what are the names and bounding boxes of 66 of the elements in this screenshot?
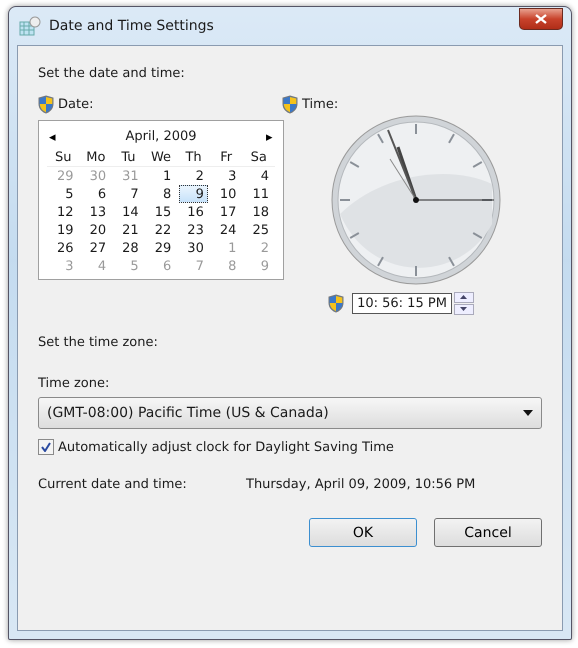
calendar-day[interactable]: 25 xyxy=(244,221,273,239)
dialog-button[interactable]: OK xyxy=(309,518,417,547)
calendar-day[interactable]: 5 xyxy=(49,185,78,203)
shield-icon xyxy=(328,294,344,313)
calendar-day[interactable]: 23 xyxy=(179,221,208,239)
time-zone-dropdown[interactable]: (GMT-08:00) Pacific Time (US & Canada) xyxy=(38,397,542,429)
section-heading: Set the time zone: xyxy=(38,335,159,350)
time-label: Time: xyxy=(302,97,338,112)
calendar-day[interactable]: 26 xyxy=(49,239,78,257)
weekday-label: Sa xyxy=(242,150,275,167)
calendar-day[interactable]: 17 xyxy=(212,203,240,221)
shield-icon xyxy=(282,95,298,114)
weekday-label: We xyxy=(144,150,178,167)
weekday-label: Mo xyxy=(80,150,112,167)
calendar-day[interactable]: 8 xyxy=(146,185,176,203)
calendar-clock-icon xyxy=(19,16,41,36)
calendar-day[interactable]: 16 xyxy=(179,203,208,221)
calendar-day[interactable]: 4 xyxy=(244,167,273,185)
calendar-day[interactable]: 9 xyxy=(179,185,208,203)
previous-month-button[interactable]: ◂ xyxy=(47,129,58,144)
weekday-label: Th xyxy=(177,150,210,167)
spin-down-button[interactable] xyxy=(454,304,474,315)
calendar-day[interactable]: 24 xyxy=(212,221,240,239)
shield-icon xyxy=(38,95,54,114)
calendar-day[interactable]: 28 xyxy=(114,239,143,257)
calendar-day[interactable]: 11 xyxy=(244,185,273,203)
calendar-day[interactable]: 3 xyxy=(212,167,240,185)
month-title: April, 2009 xyxy=(125,129,197,144)
current-time-label: Current date and time: xyxy=(38,477,188,492)
calendar-day[interactable]: 2 xyxy=(179,167,208,185)
calendar-day[interactable]: 29 xyxy=(146,239,176,257)
weekday-label: Fr xyxy=(210,150,242,167)
calendar-day[interactable]: 12 xyxy=(49,203,78,221)
checkbox-label: Automatically adjust clock for Daylight Saving Time xyxy=(58,440,394,454)
spin-up-button[interactable] xyxy=(454,292,474,303)
next-month-button[interactable]: ▸ xyxy=(264,129,275,144)
calendar-day[interactable]: 19 xyxy=(49,221,78,239)
calendar-day[interactable]: 13 xyxy=(82,203,110,221)
calendar-day[interactable]: 6 xyxy=(82,185,110,203)
down-arrow-icon xyxy=(460,307,468,311)
up-arrow-icon xyxy=(460,295,468,299)
current-time-value: Thursday, April 09, 2009, 10:56 PM xyxy=(246,477,476,492)
checkbox[interactable] xyxy=(38,439,54,455)
section-heading: Set the date and time: xyxy=(38,66,186,81)
calendar-day[interactable]: 21 xyxy=(114,221,143,239)
close-button[interactable] xyxy=(519,8,563,30)
calendar-day[interactable]: 22 xyxy=(146,221,176,239)
weekday-label: Tu xyxy=(112,150,145,167)
calendar-day[interactable]: 27 xyxy=(82,239,110,257)
close-icon xyxy=(535,14,547,24)
calendar-day[interactable]: 7 xyxy=(114,185,143,203)
calendar-day[interactable]: 10 xyxy=(212,185,240,203)
date-label: Date: xyxy=(58,97,94,112)
calendar-day[interactable]: 15 xyxy=(146,203,176,221)
window-title: Date and Time Settings xyxy=(49,18,215,34)
time-zone-label: Time zone: xyxy=(38,376,110,391)
dialog-button[interactable]: Cancel xyxy=(434,518,542,547)
calendar-day[interactable]: 14 xyxy=(114,203,143,221)
calendar-day[interactable]: 18 xyxy=(244,203,273,221)
calendar-day[interactable]: 20 xyxy=(82,221,110,239)
weekday-label: Su xyxy=(47,150,80,167)
calendar-day[interactable]: 30 xyxy=(179,239,208,257)
calendar-day[interactable]: 1 xyxy=(146,167,176,185)
time-field[interactable]: 10: 56: 15 PM xyxy=(352,293,452,314)
dropdown-arrow-icon xyxy=(523,410,533,416)
checkmark-icon xyxy=(41,442,51,452)
